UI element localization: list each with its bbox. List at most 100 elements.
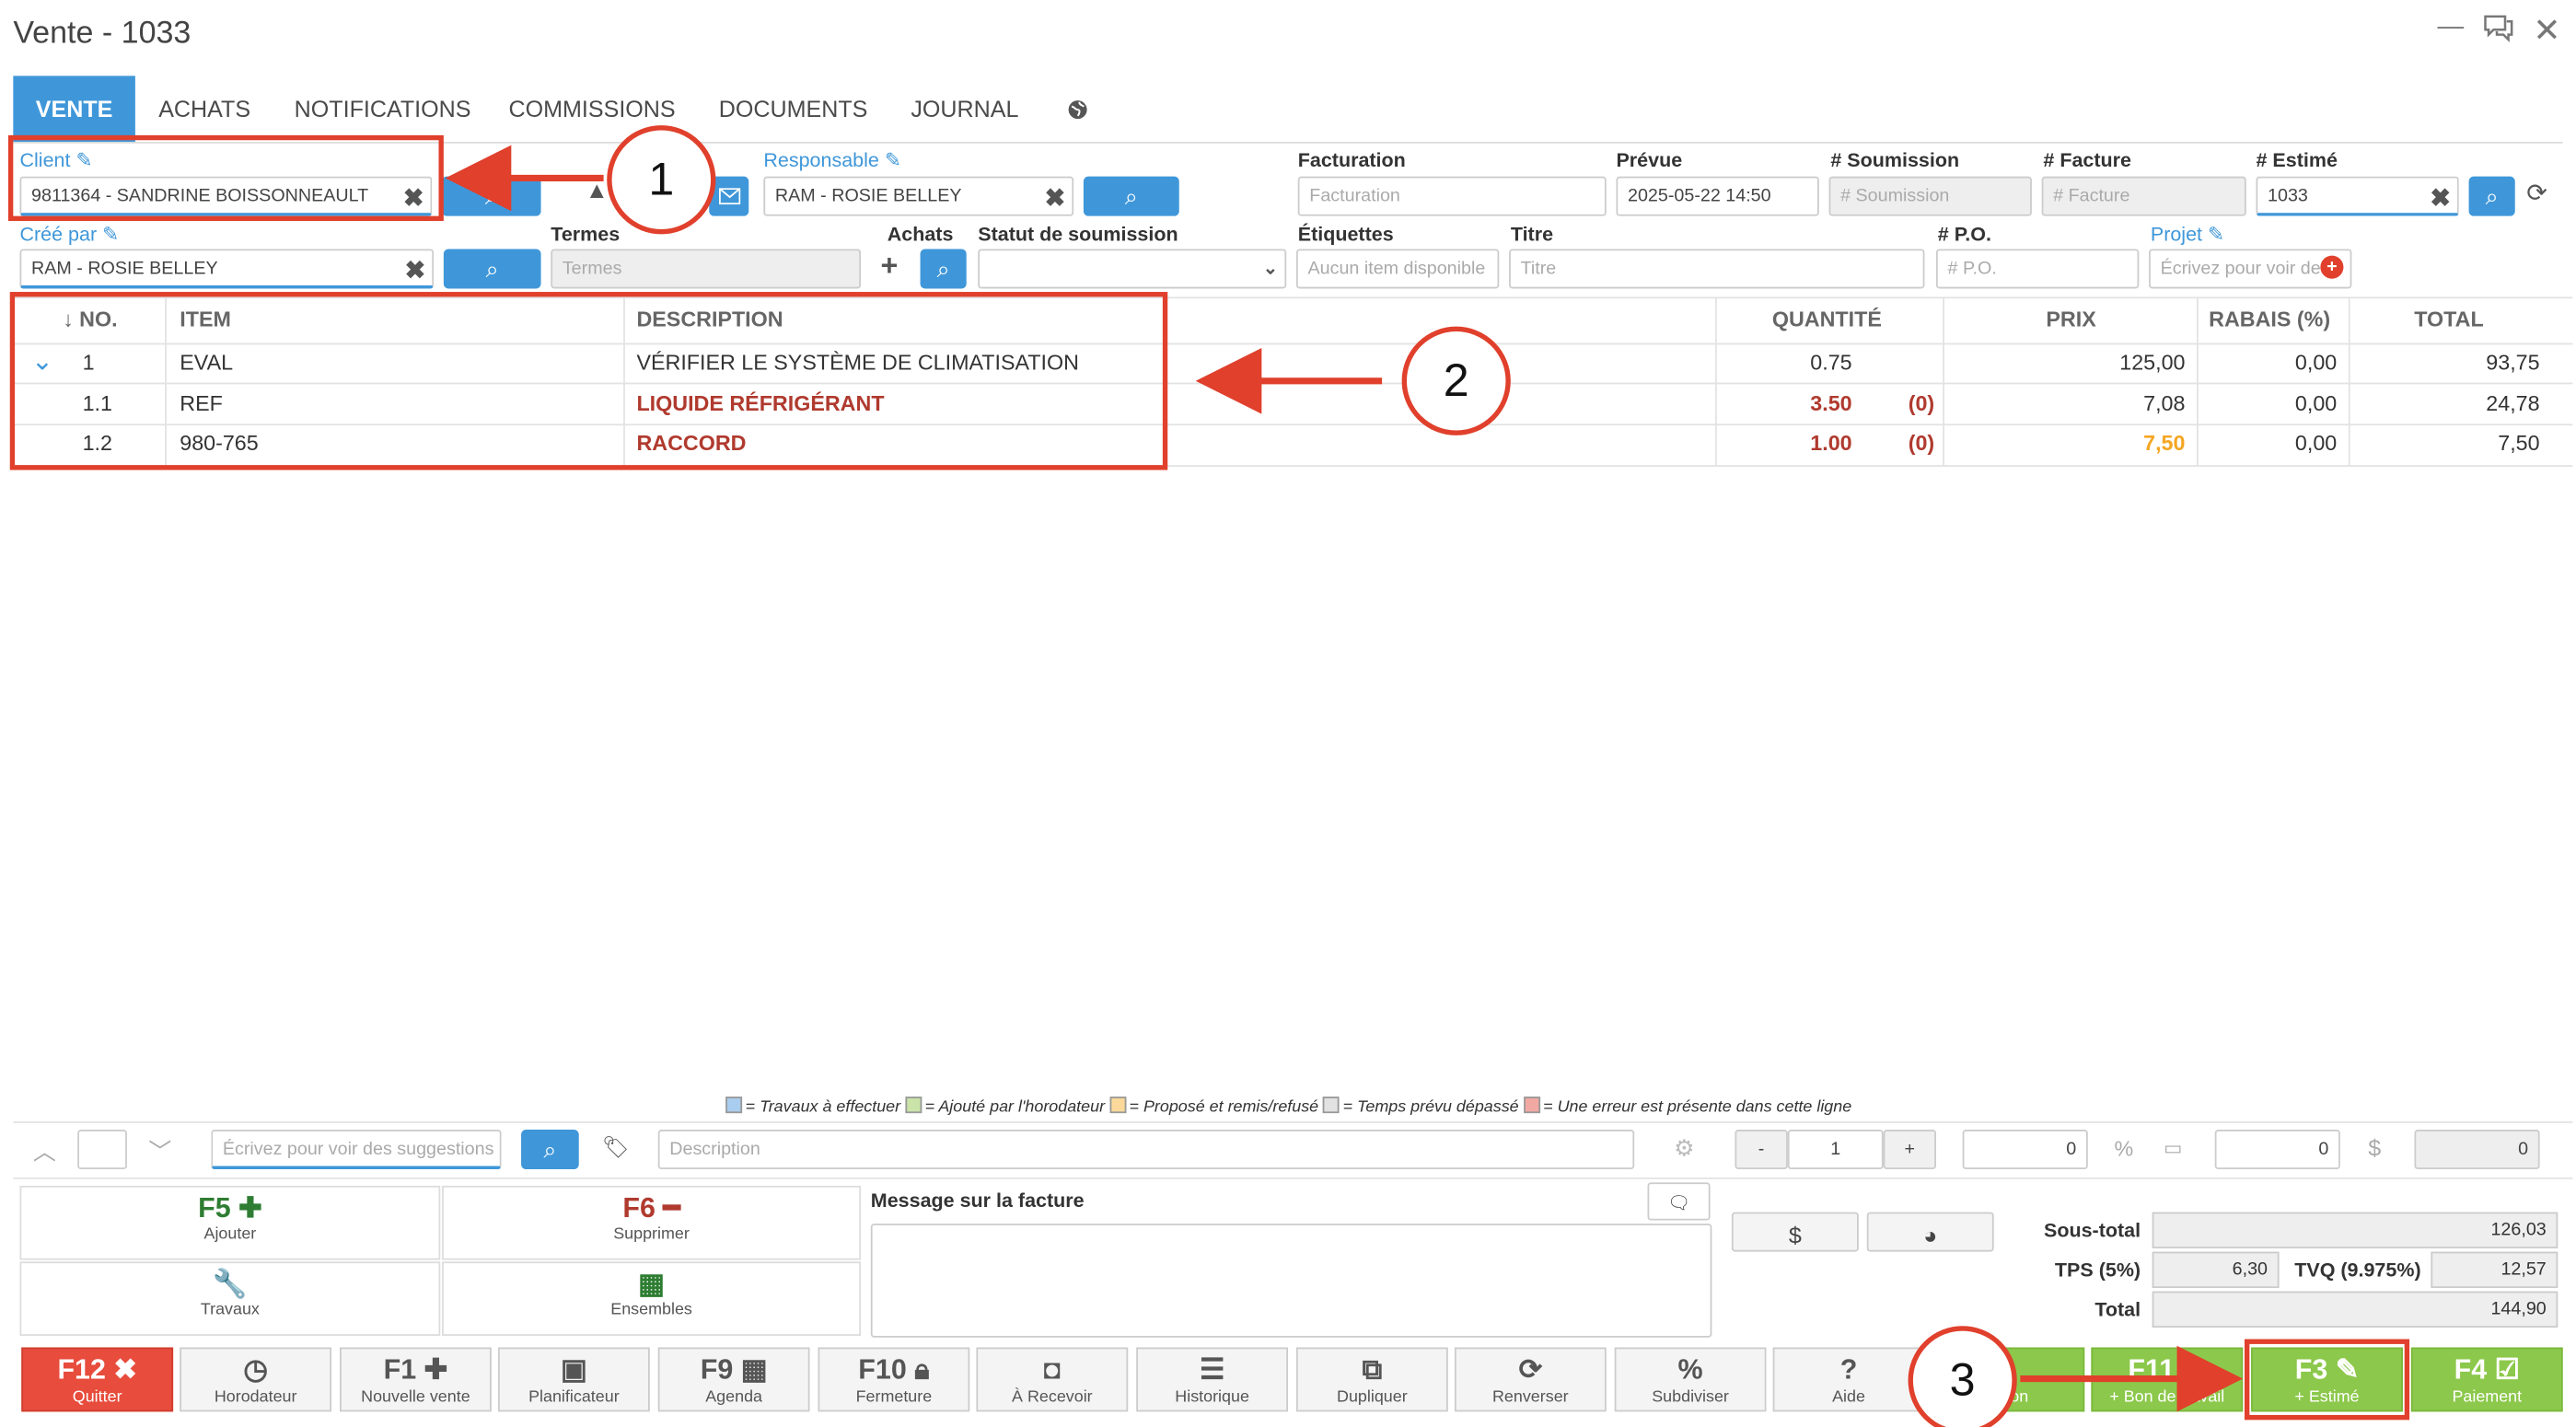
alert-icon[interactable]: ▲ [586,177,609,203]
new-sale-button[interactable]: F1 ✚ Nouvelle vente [340,1347,492,1412]
row-quantite[interactable]: 3.50 [1715,384,1851,423]
chat-icon[interactable] [2482,13,2515,51]
responsable-search-button[interactable]: ⌕ [1083,176,1179,216]
projet-input[interactable]: Écrivez pour voir des + [2149,249,2352,289]
col-rabais[interactable]: RABAIS (%) [2144,296,2330,342]
close-icon[interactable]: ✕ [2533,10,2560,52]
po-input[interactable]: # P.O. [1935,249,2140,289]
ensembles-button[interactable]: ▦ Ensembles [442,1261,862,1336]
col-prix[interactable]: PRIX [1946,296,2095,342]
delete-line-button[interactable]: F6 ━ Supprimer [442,1185,862,1260]
a-recevoir-button[interactable]: ◘ À Recevoir [976,1347,1129,1412]
minimize-icon[interactable]: — [2438,13,2465,42]
cree-par-input[interactable]: RAM - ROSIE BELLEY ✖ [19,249,435,289]
planificateur-button[interactable]: ▣ Planificateur [497,1347,650,1412]
annotation-box-lines [9,292,1168,470]
facturation-input[interactable]: Facturation [1297,176,1607,216]
etiquettes-label: Étiquettes [1297,222,1394,246]
money-icon: ◘ [1043,1353,1062,1386]
item-search-input[interactable]: Écrivez pour voir des suggestions [211,1130,502,1170]
responsable-label[interactable]: Responsable ✎ [763,148,900,171]
tab-notifications[interactable]: NOTIFICATIONS [284,75,482,142]
statut-select[interactable]: ⌄ [978,249,1287,289]
tag-icon[interactable]: 🏷 [602,1134,630,1161]
quit-button[interactable]: F12 ✖ Quitter [21,1347,174,1412]
achats-search-button[interactable]: ⌕ [920,249,967,289]
projet-label[interactable]: Projet ✎ [2151,223,2224,246]
comment-icon[interactable]: 🗨 [1647,1182,1711,1221]
row-rabais[interactable]: 0,00 [2200,384,2337,423]
horodateur-button[interactable]: ◷ Horodateur [180,1347,332,1412]
tab-achats[interactable]: ACHATS [145,75,264,142]
row-quantite[interactable]: 0.75 [1715,343,1851,383]
tvq-label: TVQ (9.975%) [2294,1258,2421,1282]
gear-icon[interactable]: ⚙ [1674,1134,1695,1162]
add-projet-icon[interactable]: + [2320,255,2344,279]
row-rabais[interactable]: 0,00 [2200,423,2337,463]
move-up-icon[interactable]: ︿ [33,1134,56,1167]
subdiviser-button[interactable]: % Subdiviser [1614,1347,1767,1412]
dollar-button[interactable]: $ [1731,1212,1859,1252]
add-line-button[interactable]: F5 ✚ Ajouter [19,1185,441,1260]
pie-chart-icon[interactable]: ◕ [1866,1212,1994,1252]
termes-label: Termes [551,222,621,246]
discount-input[interactable]: 0 [2214,1130,2340,1170]
tab-journal[interactable]: JOURNAL [900,75,1029,142]
estime-search-button[interactable]: ⌕ [2468,176,2515,216]
tab-vente[interactable]: VENTE [13,75,135,143]
globe-icon[interactable] [1052,75,1102,142]
price-input[interactable]: 0 [1962,1130,2088,1170]
row-rabais[interactable]: 0,00 [2200,343,2337,383]
window-title: Vente - 1033 [13,16,191,52]
paiement-button[interactable]: F4 ☑ Paiement [2410,1347,2563,1412]
row-total: 7,50 [2498,430,2540,456]
client-search-button[interactable]: ⌕ [442,176,541,216]
refresh-icon[interactable]: ⟳ [2526,178,2547,207]
facture-input[interactable]: # Facture [2041,176,2246,216]
qty-input[interactable]: 1 [1787,1130,1884,1170]
prevue-input[interactable]: 2025-05-22 14:50 [1616,176,1819,216]
percent-sign[interactable]: % [2114,1136,2133,1161]
row-prix[interactable]: 7,08 [1946,384,2185,423]
copy-icon: ⧉ [1362,1353,1383,1386]
qty-plus-button[interactable]: + [1883,1130,1936,1170]
bon-de-travail-button[interactable]: F11 ✎ + Bon de travail [2091,1347,2244,1412]
clear-estime-icon[interactable]: ✖ [2430,183,2451,213]
fermeture-button[interactable]: F10 🔒︎ Fermeture [818,1347,970,1412]
tps-value: 6,30 [2152,1251,2280,1289]
move-down-icon[interactable]: ﹀ [148,1134,171,1167]
qty-minus-button[interactable]: - [1735,1130,1788,1170]
message-textarea[interactable] [870,1224,1712,1338]
cree-par-label[interactable]: Créé par ✎ [19,223,119,246]
item-search-button[interactable]: ⌕ [521,1130,579,1170]
row-quantite[interactable]: 1.00 [1715,423,1851,463]
titre-input[interactable]: Titre [1509,249,1925,289]
dupliquer-button[interactable]: ⧉ Dupliquer [1295,1347,1448,1412]
dollar-sign[interactable]: $ [2368,1134,2381,1161]
historique-button[interactable]: ☰ Historique [1136,1347,1289,1412]
renverser-button[interactable]: ⟳ Renverser [1454,1347,1607,1412]
tab-documents[interactable]: DOCUMENTS [713,75,875,142]
termes-input[interactable]: Termes [551,249,862,289]
soumission-input[interactable]: # Soumission [1828,176,2032,216]
description-input[interactable]: Description [657,1130,1635,1170]
travaux-button[interactable]: 🔧 Travaux [19,1261,441,1336]
help-button[interactable]: ? Aide [1772,1347,1925,1412]
add-achat-icon[interactable]: + [881,249,899,284]
row-prix[interactable]: 7,50 [1946,423,2185,463]
money-icon[interactable]: ▭ [2164,1136,2182,1159]
position-input[interactable] [77,1130,127,1170]
responsable-input[interactable]: RAM - ROSIE BELLEY ✖ [763,176,1074,216]
legend: = Travaux à effectuer = Ajouté par l'hor… [725,1096,1851,1117]
col-total[interactable]: TOTAL [2359,296,2483,342]
etiquettes-select[interactable]: Aucun item disponible [1295,249,1500,289]
clock-icon: ◷ [243,1353,268,1386]
cree-par-search-button[interactable]: ⌕ [443,249,541,289]
row-prix[interactable]: 125,00 [1946,343,2185,383]
clear-cree-par-icon[interactable]: ✖ [405,256,426,284]
clear-responsable-icon[interactable]: ✖ [1045,183,1066,213]
agenda-button[interactable]: F9 ▦ Agenda [657,1347,810,1412]
estime-input[interactable]: 1033 ✖ [2256,176,2459,216]
soumission-label: # Soumission [1830,148,1960,172]
col-quantite[interactable]: QUANTITÉ [1715,296,1882,342]
